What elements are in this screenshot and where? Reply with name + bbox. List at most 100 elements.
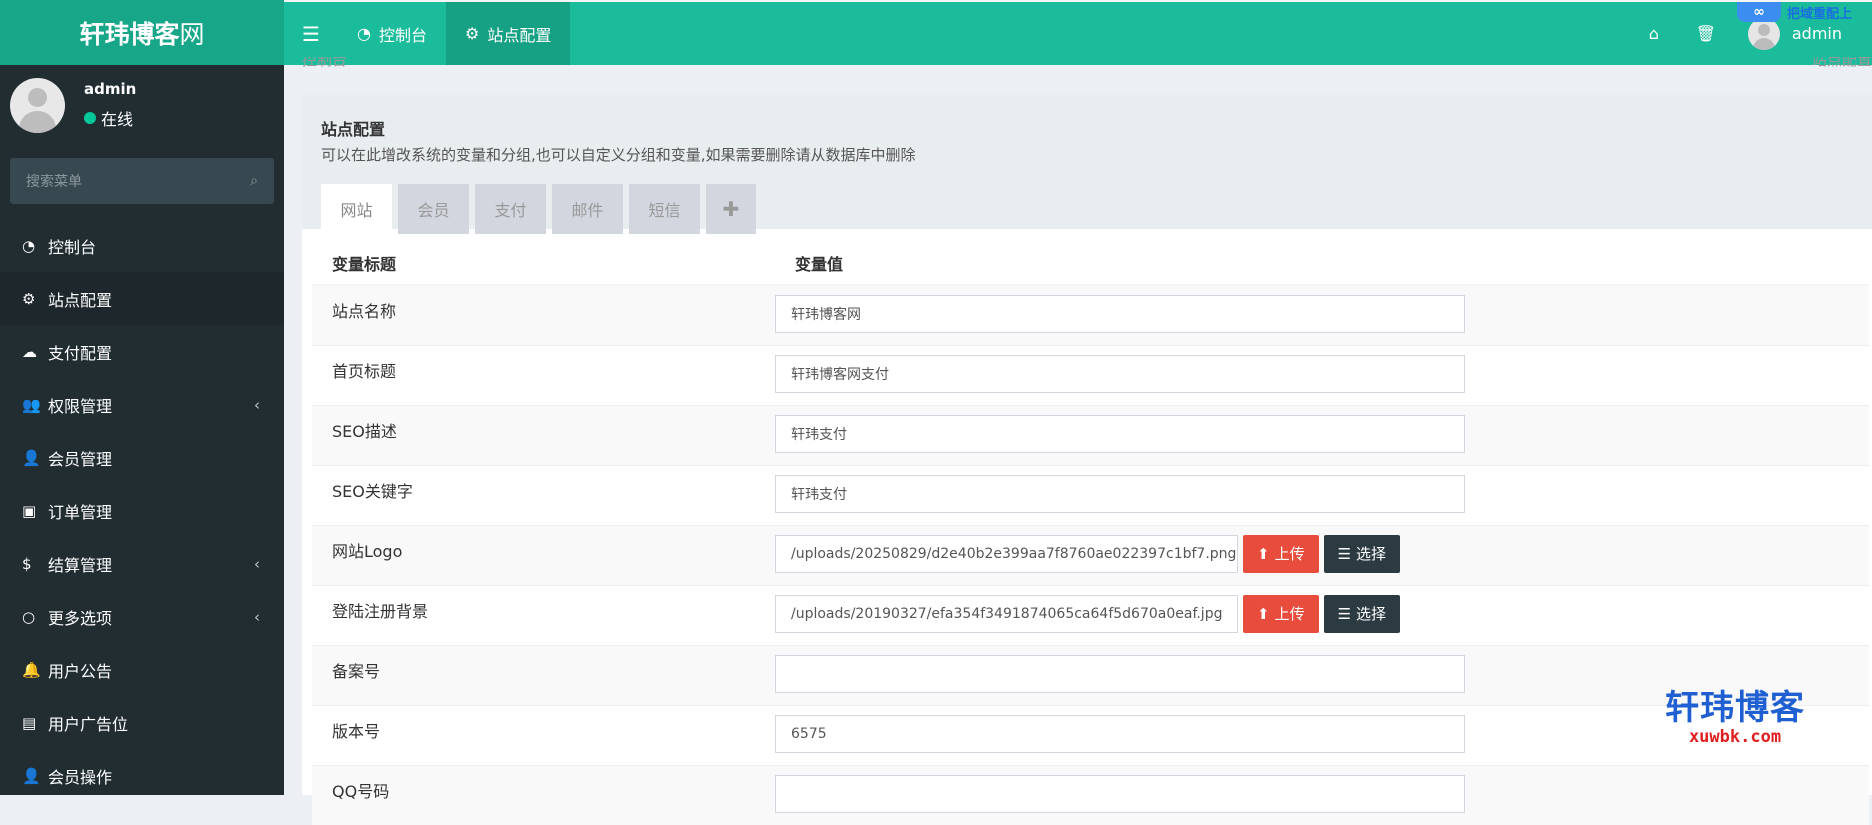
sidebar-item-members[interactable]: 👤 会员管理 xyxy=(0,431,284,484)
chevron-left-icon: ‹ xyxy=(254,554,260,573)
breadcrumb: 控制台 站点配置 xyxy=(302,57,1872,73)
row-label: 备案号 xyxy=(312,644,775,705)
seo-keywords-input[interactable]: 轩玮支付 xyxy=(775,474,1465,513)
sidebar-item-label: 权限管理 xyxy=(48,396,113,416)
config-panel: 站点配置 可以在此增改系统的变量和分组,也可以自定义分组和变量,如果需要删除请从… xyxy=(302,95,1872,825)
add-tab-button[interactable]: ✚ xyxy=(706,184,756,234)
panel-heading: 站点配置 可以在此增改系统的变量和分组,也可以自定义分组和变量,如果需要删除请从… xyxy=(302,95,1872,234)
row-label: 站点名称 xyxy=(312,284,775,345)
page-description: 可以在此增改系统的变量和分组,也可以自定义分组和变量,如果需要删除请从数据库中删… xyxy=(321,146,916,164)
home-title-input[interactable]: 轩玮博客网支付 xyxy=(775,354,1465,393)
seo-description-input[interactable]: 轩玮支付 xyxy=(775,414,1465,453)
sidebar-toggle-button[interactable]: ☰ xyxy=(284,2,338,65)
sidebar-item-permissions[interactable]: 👥 权限管理 ‹ xyxy=(0,378,284,431)
sidebar-item-member-actions[interactable]: 👤 会员操作 xyxy=(0,749,284,802)
sidebar-item-label: 订单管理 xyxy=(48,502,113,522)
sidebar-item-label: 会员管理 xyxy=(48,449,113,469)
dashboard-icon: ◔ xyxy=(357,24,371,43)
sidebar-item-label: 用户公告 xyxy=(48,661,113,681)
sidebar-item-payment-config[interactable]: ☁ 支付配置 xyxy=(0,325,284,378)
watermark-en: xuwbk.com xyxy=(1688,727,1782,747)
clear-cache-button[interactable]: 🗑 xyxy=(1680,2,1732,65)
top-tab-label: 控制台 xyxy=(378,25,427,45)
trash-icon: 🗑 xyxy=(1695,24,1717,43)
select-button-label: 选择 xyxy=(1356,605,1387,623)
table-row: SEO描述 轩玮支付 xyxy=(312,404,1869,465)
tab-website[interactable]: 网站 xyxy=(321,184,392,234)
table-row: QQ号码 xyxy=(312,764,1869,825)
table-row: 登陆注册背景 /uploads/20190327/efa354f34918740… xyxy=(312,584,1869,645)
home-icon: ⌂ xyxy=(1648,24,1659,43)
row-label: 首页标题 xyxy=(312,344,775,405)
brand-logo-bold: 轩玮博客 xyxy=(79,19,180,49)
table-row: 备案号 xyxy=(312,644,1869,705)
corner-badge[interactable]: ∞ 把域重配上 xyxy=(1737,2,1872,22)
brand-logo[interactable]: 轩玮博客网 xyxy=(0,0,284,65)
qq-number-input[interactable] xyxy=(775,774,1465,813)
sidebar-item-dashboard[interactable]: ◔ 控制台 xyxy=(0,219,284,272)
table-row: 网站Logo /uploads/20250829/d2e40b2e399aa7f… xyxy=(312,524,1869,585)
dollar-icon: $ xyxy=(22,554,32,573)
site-name-input[interactable]: 轩玮博客网 xyxy=(775,295,1465,333)
sidebar-item-label: 结算管理 xyxy=(48,555,113,575)
version-input[interactable]: 6575 xyxy=(775,714,1465,753)
archive-icon: ▤ xyxy=(22,713,37,732)
user-icon: 👤 xyxy=(22,766,41,785)
briefcase-icon: ▣ xyxy=(22,501,37,520)
breadcrumb-current: 站点配置 xyxy=(1811,57,1872,69)
table-row: SEO关键字 轩玮支付 xyxy=(312,464,1869,525)
sidebar-item-announcements[interactable]: 🔔 用户公告 xyxy=(0,643,284,696)
bars-icon: ☰ xyxy=(302,21,320,46)
user-menu[interactable]: admin xyxy=(1732,17,1872,50)
upload-button[interactable]: ⬆ 上传 xyxy=(1243,534,1319,573)
tab-email[interactable]: 邮件 xyxy=(552,184,623,234)
sidebar-item-orders[interactable]: ▣ 订单管理 xyxy=(0,484,284,537)
upload-button-label: 上传 xyxy=(1274,605,1305,623)
table-row: 首页标题 轩玮博客网支付 xyxy=(312,344,1869,405)
online-status-text: 在线 xyxy=(101,110,134,129)
table-row: 站点名称 轩玮博客网 xyxy=(312,284,1869,345)
row-label: SEO描述 xyxy=(312,404,775,465)
top-tab-site-config[interactable]: ⚙ 站点配置 xyxy=(445,2,571,65)
upload-icon: ⬆ xyxy=(1257,604,1270,623)
top-tab-dashboard[interactable]: ◔ 控制台 xyxy=(338,2,446,65)
upload-button[interactable]: ⬆ 上传 xyxy=(1243,594,1319,633)
sidebar-item-more-options[interactable]: ○ 更多选项 ‹ xyxy=(0,590,284,643)
login-background-input[interactable]: /uploads/20190327/efa354f3491874065ca64f… xyxy=(775,594,1238,633)
row-label: 网站Logo xyxy=(312,524,775,585)
page-title: 站点配置 xyxy=(321,120,386,139)
sidebar-item-site-config[interactable]: ⚙ 站点配置 xyxy=(0,272,284,325)
home-button[interactable]: ⌂ xyxy=(1628,2,1680,65)
breadcrumb-home[interactable]: 控制台 xyxy=(302,57,347,70)
status-dot-icon xyxy=(84,112,96,124)
chevron-left-icon: ‹ xyxy=(254,395,260,414)
select-button[interactable]: ☰ 选择 xyxy=(1323,594,1401,633)
sidebar-item-label: 会员操作 xyxy=(48,767,113,787)
search-placeholder: 搜索菜单 xyxy=(26,174,82,190)
sidebar: admin 在线 搜索菜单 ⌕ ◔ 控制台 ⚙ 站点配置 ☁ 支付配置 👥 权限管理 ‹ … xyxy=(0,65,284,795)
icp-number-input[interactable] xyxy=(775,654,1465,693)
list-icon: ☰ xyxy=(1337,544,1352,563)
user-panel: admin 在线 xyxy=(0,65,284,145)
tab-members[interactable]: 会员 xyxy=(398,184,469,234)
select-button-label: 选择 xyxy=(1356,545,1387,563)
config-table: 变量标题 变量值 站点名称 轩玮博客网 首页标题 轩玮博客网支付 SEO描述 轩… xyxy=(312,241,1869,825)
tab-sms[interactable]: 短信 xyxy=(629,184,700,234)
select-button[interactable]: ☰ 选择 xyxy=(1323,534,1401,573)
search-icon[interactable]: ⌕ xyxy=(250,173,258,189)
gear-icon: ⚙ xyxy=(464,24,480,43)
site-logo-input[interactable]: /uploads/20250829/d2e40b2e399aa7f8760ae0… xyxy=(775,534,1238,573)
sidebar-item-label: 支付配置 xyxy=(48,343,113,363)
sidebar-item-settlement[interactable]: $ 结算管理 ‹ xyxy=(0,537,284,590)
row-label: QQ号码 xyxy=(312,764,775,825)
sidebar-item-ad-slots[interactable]: ▤ 用户广告位 xyxy=(0,696,284,749)
user-icon: 👤 xyxy=(22,448,41,467)
dashboard-icon: ◔ xyxy=(22,236,36,255)
users-icon: 👥 xyxy=(22,395,41,414)
row-label: SEO关键字 xyxy=(312,464,775,525)
table-row: 版本号 6575 xyxy=(312,704,1869,765)
sidebar-search-input[interactable]: 搜索菜单 ⌕ xyxy=(10,158,274,204)
tab-payment[interactable]: 支付 xyxy=(475,184,546,234)
avatar xyxy=(1747,17,1780,50)
user-panel-name: admin xyxy=(84,80,137,98)
